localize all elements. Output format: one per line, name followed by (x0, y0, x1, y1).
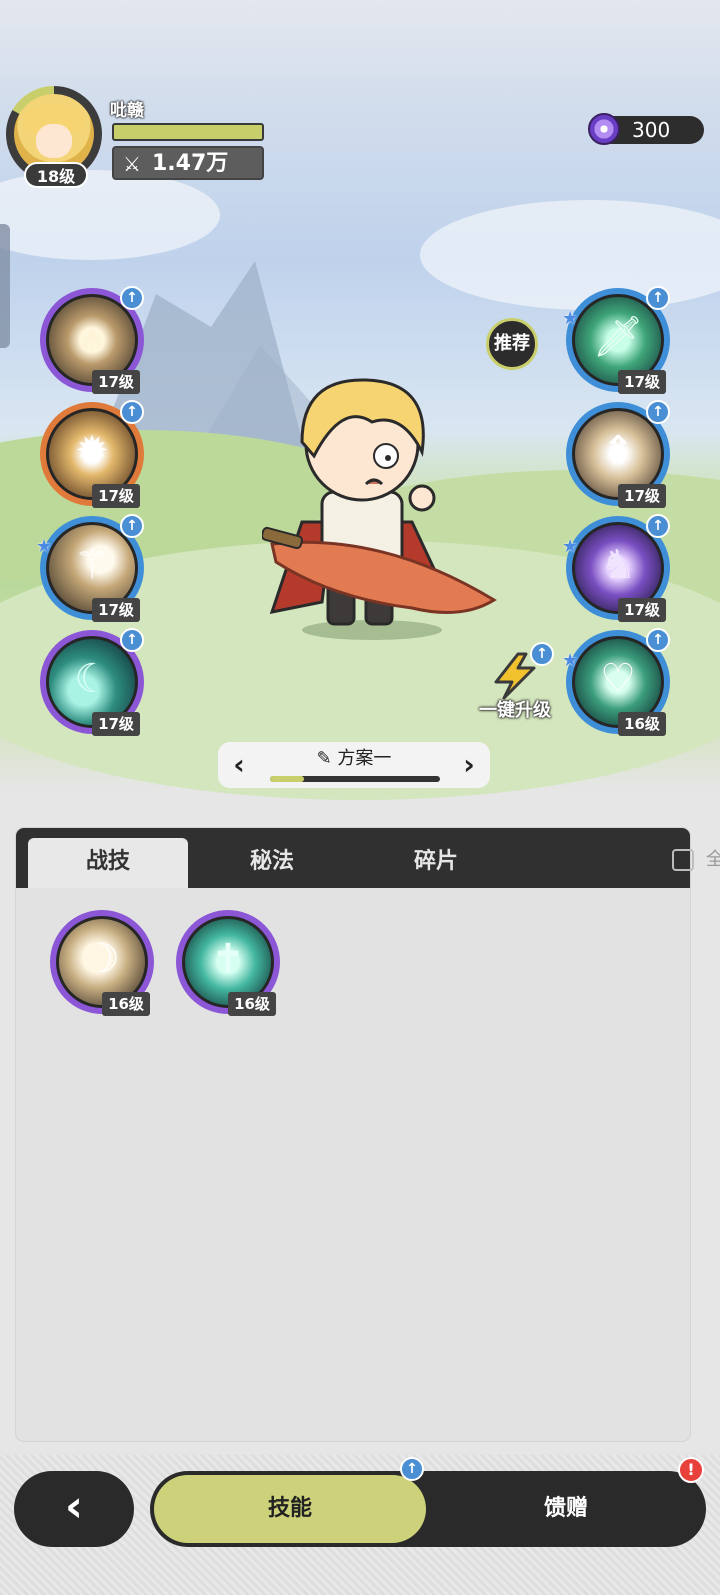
hero-character (262, 378, 497, 640)
skill-level: 17级 (92, 712, 140, 736)
bottom-nav: 技能 馈赠 ↑ ! (150, 1457, 706, 1547)
skill-level: 17级 (92, 598, 140, 622)
upgrade-arrow-icon: ↑ (646, 628, 670, 652)
avatar-face (36, 124, 72, 158)
pencil-icon: ✎ (316, 748, 332, 769)
side-drawer-handle[interactable] (0, 224, 10, 348)
crossed-swords-icon: ⚔ (123, 152, 141, 176)
alert-badge: ! (678, 1457, 704, 1483)
upgrade-arrow-icon: ↑ (400, 1457, 424, 1481)
skill-level: 17级 (618, 598, 666, 622)
combat-power: ⚔ 1.47万 (112, 146, 264, 180)
tab-secret-arts[interactable]: 秘法 (192, 838, 352, 888)
tab-fragments[interactable]: 碎片 (356, 838, 516, 888)
scheme-progress-fill (270, 776, 304, 782)
star-icon: ★ (36, 536, 53, 557)
inventory-skill-1[interactable]: ☽ 16级 (50, 910, 154, 1016)
skill-slot-right-3[interactable]: ♞ 17级 ↑ ★ (562, 514, 670, 622)
recommend-button[interactable]: 推荐 (486, 318, 538, 370)
skill-slot-right-4[interactable]: ♡ 16级 ↑ ★ (562, 628, 670, 736)
upgrade-arrow-icon: ↑ (120, 400, 144, 424)
purple-gem-icon (588, 113, 620, 145)
upgrade-arrow-icon: ↑ (646, 514, 670, 538)
upgrade-arrow-icon: ↑ (120, 628, 144, 652)
player-name: 吡赣 (110, 101, 144, 121)
skill-level: 17级 (92, 370, 140, 394)
skill-level: 16级 (228, 992, 276, 1016)
upgrade-arrow-icon: ↑ (120, 286, 144, 310)
exp-bar (112, 123, 264, 141)
chevron-left-icon: ‹ (64, 1481, 84, 1532)
one-click-upgrade-label: 一键升级 (479, 700, 551, 721)
gem-count: 300 (632, 118, 671, 142)
skill-level: 16级 (618, 712, 666, 736)
one-click-upgrade-button[interactable]: ↑ 一键升级 (470, 642, 560, 722)
back-button[interactable]: ‹ (14, 1471, 134, 1547)
star-icon: ★ (562, 308, 579, 329)
scheme-progress (270, 776, 440, 782)
skill-level: 16级 (102, 992, 150, 1016)
skill-level: 17级 (92, 484, 140, 508)
inventory-skill-2[interactable]: ✝ 16级 (176, 910, 280, 1016)
skill-inventory-panel: 战技 秘法 碎片 全部 ☽ 16级 ✝ 16级 (16, 828, 720, 1441)
chevron-left-icon[interactable]: ‹ (224, 748, 254, 782)
star-icon: ★ (562, 536, 579, 557)
inventory-tabs: 战技 秘法 碎片 全部 (16, 828, 720, 888)
star-icon: ★ (562, 650, 579, 671)
nav-tab-gifts[interactable]: 馈赠 (430, 1475, 702, 1543)
upgrade-arrow-icon: ↑ (646, 286, 670, 310)
upgrade-arrow-icon: ↑ (530, 642, 554, 666)
skill-slot-right-1[interactable]: 🗡 17级 ↑ ★ (562, 286, 670, 394)
skill-slot-left-4[interactable]: ☾ 17级 ↑ (40, 628, 144, 736)
skill-level: 17级 (618, 370, 666, 394)
scheme-name[interactable]: ✎ 方案一 (268, 746, 440, 772)
player-level-badge: 18级 (24, 162, 88, 188)
show-all-checkbox[interactable] (672, 849, 694, 871)
skill-slot-right-2[interactable]: ⇑ 17级 ↑ (566, 400, 670, 508)
skill-slot-left-1[interactable]: ⩚ 17级 ↑ (40, 286, 144, 394)
gem-currency[interactable]: 300 (588, 113, 704, 145)
tab-combat-skills[interactable]: 战技 (28, 838, 188, 888)
combat-power-value: 1.47万 (152, 151, 229, 176)
upgrade-arrow-icon: ↑ (646, 400, 670, 424)
scheme-label: 方案一 (337, 748, 392, 769)
upgrade-arrow-icon: ↑ (120, 514, 144, 538)
chevron-right-icon[interactable]: › (454, 748, 484, 782)
nav-tab-skills[interactable]: 技能 (154, 1475, 426, 1543)
skill-slot-left-3[interactable]: ⚚ 17级 ↑ ★ (36, 514, 144, 622)
bottom-bar: ‹ 技能 馈赠 ↑ ! (0, 1455, 720, 1595)
skill-level: 17级 (618, 484, 666, 508)
show-all-label: 全部 (706, 849, 720, 870)
skill-slot-left-2[interactable]: ✹ 17级 ↑ (40, 400, 144, 508)
scheme-selector: ‹ ✎ 方案一 › (218, 742, 490, 788)
